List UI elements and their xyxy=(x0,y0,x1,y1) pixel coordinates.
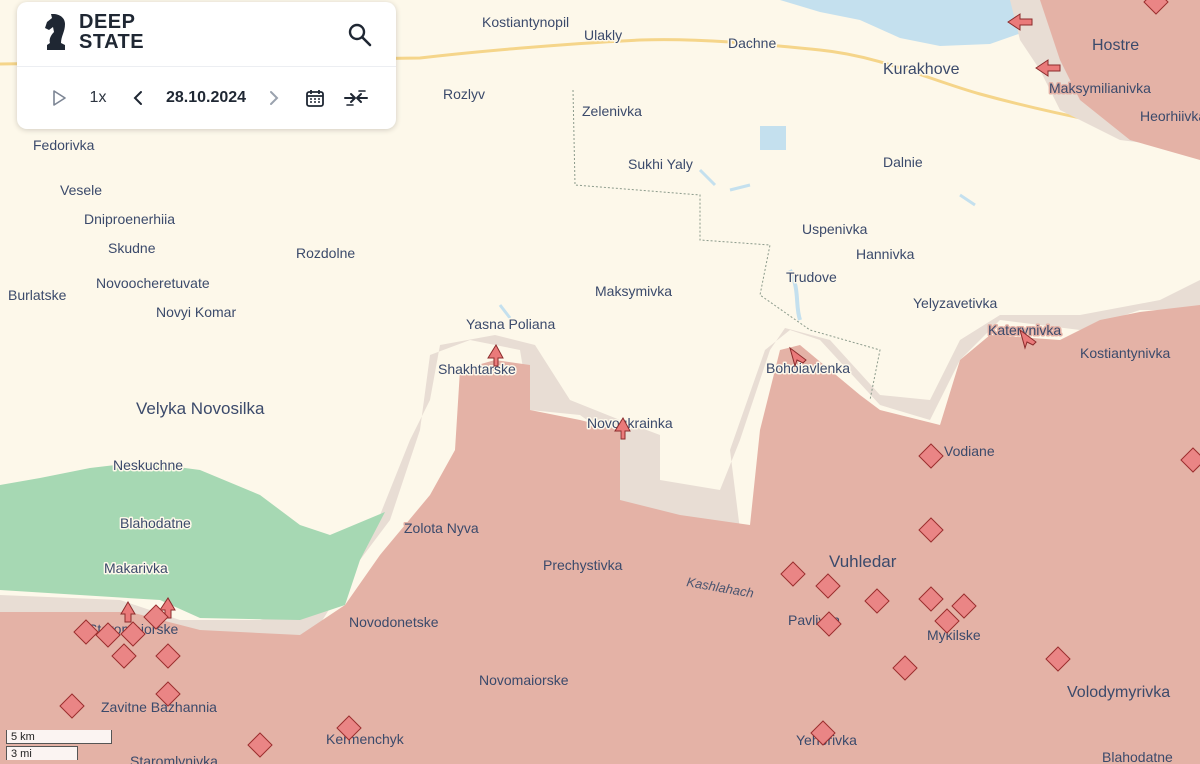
compare-button[interactable] xyxy=(343,80,369,116)
scale-mi: 3 mi xyxy=(6,746,78,760)
place-label: Kostiantynopil xyxy=(482,14,569,30)
control-panel: DEEP STATE 1x 28.10.2024 xyxy=(17,2,396,129)
place-label: Dniproenerhiia xyxy=(84,211,175,227)
place-label: Volodymyrivka xyxy=(1067,684,1170,701)
place-label: Staromlynivka xyxy=(130,753,218,764)
place-label: Blahodatne xyxy=(120,515,191,531)
place-label: Dachne xyxy=(728,35,776,51)
knight-logo-icon xyxy=(45,14,65,50)
play-button[interactable] xyxy=(47,80,71,116)
search-icon xyxy=(348,23,372,47)
place-label: Ulakly xyxy=(584,27,622,43)
place-label: Zolota Nyva xyxy=(404,520,479,536)
pond xyxy=(760,126,786,150)
timeline-controls: 1x 28.10.2024 xyxy=(17,80,396,116)
panel-divider xyxy=(17,66,396,67)
calendar-button[interactable] xyxy=(303,80,327,116)
place-label: Zelenivka xyxy=(582,103,642,119)
search-button[interactable] xyxy=(347,22,373,48)
place-label: Maksymivka xyxy=(595,283,672,299)
scale-km: 5 km xyxy=(6,730,112,744)
place-label: Burlatske xyxy=(8,287,67,303)
place-label: Shakhtarske xyxy=(438,361,516,377)
place-label: Novoocheretuvate xyxy=(96,275,210,291)
chevron-right-icon xyxy=(270,91,279,105)
place-label: Vesele xyxy=(60,182,102,198)
place-label: Hostre xyxy=(1092,37,1139,54)
place-label: Yasna Poliana xyxy=(466,316,555,332)
logo: DEEP STATE xyxy=(41,12,149,52)
place-label: Prechystivka xyxy=(543,557,623,573)
place-label: Neskuchne xyxy=(113,457,183,473)
speed-button[interactable]: 1x xyxy=(83,80,113,116)
calendar-icon xyxy=(306,90,324,107)
scale-bar: 5 km 3 mi xyxy=(6,730,114,764)
place-label: Rozlyv xyxy=(443,86,485,102)
place-label: Kermenchyk xyxy=(326,731,405,747)
place-label: Yelyzavetivka xyxy=(913,295,998,311)
current-date[interactable]: 28.10.2024 xyxy=(157,80,255,116)
place-label: Blahodatne xyxy=(1102,749,1173,764)
place-label: Novomaiorske xyxy=(479,672,569,688)
place-label: Hannivka xyxy=(856,246,915,262)
place-label: Uspenivka xyxy=(802,221,868,237)
place-label: Sukhi Yaly xyxy=(628,156,693,172)
previous-date-button[interactable] xyxy=(127,80,149,116)
chevron-left-icon xyxy=(133,91,142,105)
place-label: Bohoiavlenka xyxy=(766,360,850,376)
place-label: Novyi Komar xyxy=(156,304,236,320)
place-label: Fedorivka xyxy=(33,137,95,153)
place-label: Skudne xyxy=(108,240,156,256)
place-label: Kostiantynivka xyxy=(1080,345,1170,361)
place-label: Rozdolne xyxy=(296,245,355,261)
compare-arrows-icon xyxy=(344,90,368,106)
next-date-button[interactable] xyxy=(263,80,285,116)
place-label: Kurakhove xyxy=(883,61,960,78)
play-icon xyxy=(53,90,66,106)
place-label: Zavitne Bazhannia xyxy=(101,699,217,715)
place-label: Velyka Novosilka xyxy=(136,399,265,418)
place-label: Dalnie xyxy=(883,154,923,170)
place-label: Mykilske xyxy=(927,627,981,643)
place-label: Novodonetske xyxy=(349,614,439,630)
place-label: Trudove xyxy=(786,269,837,285)
place-label: Novoukrainka xyxy=(587,415,673,431)
place-label: Heorhiivka xyxy=(1140,108,1200,124)
place-label: Maksymilianivka xyxy=(1049,80,1151,96)
logo-text: DEEP STATE xyxy=(79,11,145,53)
place-label: Makarivka xyxy=(104,560,168,576)
place-label: Vodiane xyxy=(944,443,995,459)
place-label: Vuhledar xyxy=(829,552,897,571)
